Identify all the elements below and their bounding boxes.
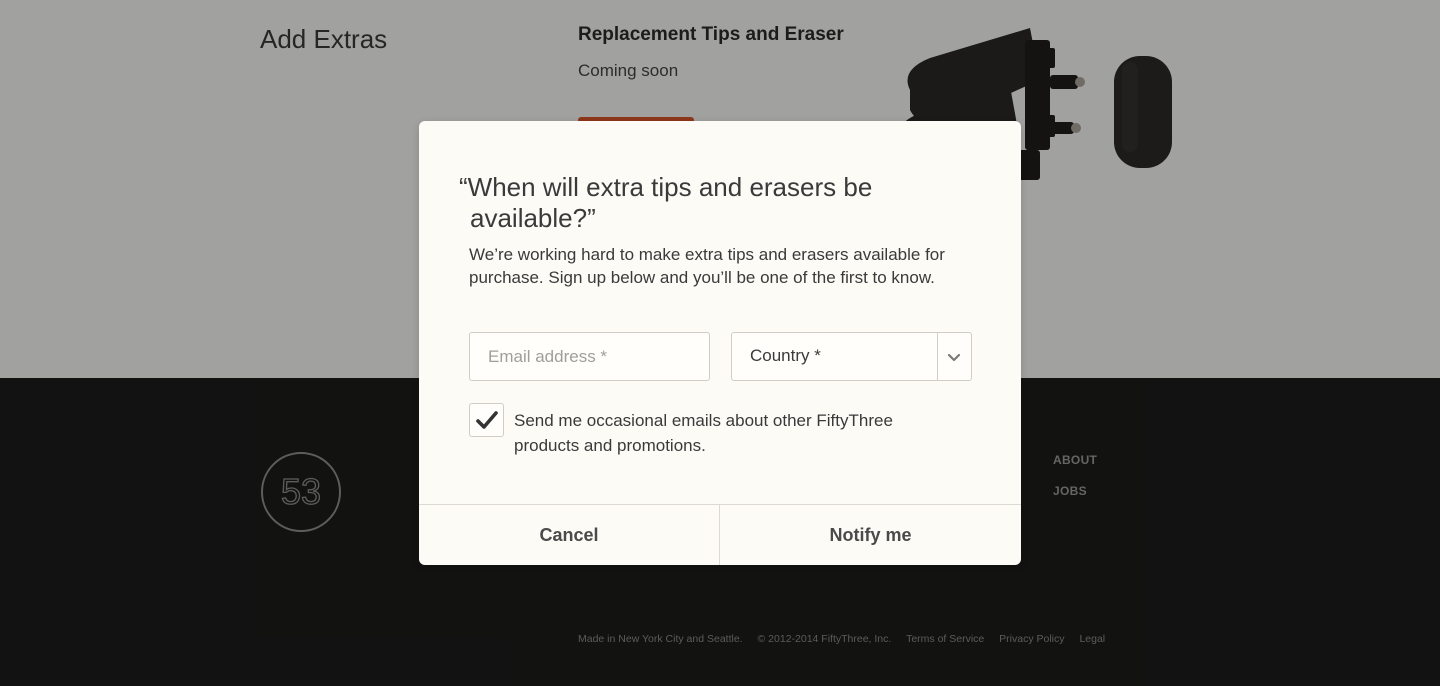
- cancel-button[interactable]: Cancel: [419, 505, 719, 565]
- notify-modal: “When will extra tips and erasers be ava…: [419, 121, 1021, 565]
- check-icon: [476, 411, 498, 429]
- optin-label[interactable]: Send me occasional emails about other Fi…: [514, 408, 954, 458]
- email-field[interactable]: [469, 332, 710, 381]
- select-divider: [937, 333, 938, 380]
- notify-me-button[interactable]: Notify me: [719, 505, 1021, 565]
- modal-actions: Cancel Notify me: [419, 504, 1021, 565]
- modal-description: We’re working hard to make extra tips an…: [469, 245, 945, 287]
- optin-checkbox[interactable]: [469, 403, 504, 437]
- modal-title: “When will extra tips and erasers be ava…: [459, 172, 873, 233]
- country-select-value: Country *: [750, 346, 821, 365]
- chevron-down-icon: [947, 353, 961, 362]
- country-select[interactable]: Country *: [731, 332, 972, 381]
